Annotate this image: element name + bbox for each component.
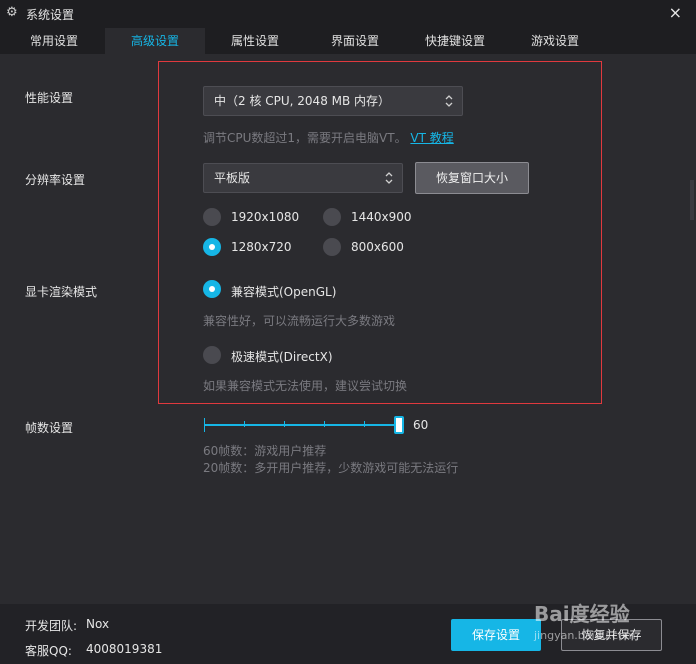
performance-select[interactable]: 中（2 核 CPU, 2048 MB 内存） — [203, 86, 463, 116]
resolution-select-value: 平板版 — [214, 171, 251, 185]
fps-hint-20: 20帧数：多开用户推荐，少数游戏可能无法运行 — [203, 461, 459, 475]
radio-label-opengl: 兼容模式(OpenGL) — [231, 285, 337, 299]
gear-icon: ⚙ — [6, 5, 18, 20]
vt-hint: 调节CPU数超过1，需要开启电脑VT。 VT 教程 — [203, 129, 454, 146]
radio-label-800x600: 800x600 — [351, 240, 404, 254]
tab-properties[interactable]: 属性设置 — [205, 28, 305, 54]
tab-interface[interactable]: 界面设置 — [305, 28, 405, 54]
vt-tutorial-link[interactable]: VT 教程 — [410, 131, 453, 145]
scrollbar[interactable] — [690, 180, 694, 220]
tab-games[interactable]: 游戏设置 — [505, 28, 605, 54]
resolution-select[interactable]: 平板版 — [203, 163, 403, 193]
team-value: Nox — [86, 617, 110, 631]
qq-value: 4008019381 — [86, 642, 163, 656]
slider-tick — [364, 421, 365, 427]
fps-slider-track[interactable] — [204, 424, 398, 426]
performance-select-value: 中（2 核 CPU, 2048 MB 内存） — [214, 94, 391, 108]
window-title: 系统设置 — [26, 8, 75, 22]
slider-tick — [244, 421, 245, 427]
updown-arrow-icon — [385, 172, 393, 184]
performance-label: 性能设置 — [25, 91, 74, 105]
updown-arrow-icon — [445, 95, 453, 107]
baidu-watermark: Bai度经验 jingyan.baidu.com — [534, 598, 636, 642]
save-settings-button[interactable]: 保存设置 — [451, 619, 541, 651]
watermark-url: jingyan.baidu.com — [534, 629, 636, 642]
tab-shortcuts[interactable]: 快捷键设置 — [405, 28, 505, 54]
tab-general[interactable]: 常用设置 — [0, 28, 108, 54]
radio-label-directx: 极速模式(DirectX) — [231, 350, 333, 364]
tab-advanced[interactable]: 高级设置 — [105, 28, 205, 54]
radio-label-1440x900: 1440x900 — [351, 210, 412, 224]
fps-hint-60: 60帧数：游戏用户推荐 — [203, 444, 327, 458]
radio-800x600[interactable] — [323, 238, 341, 256]
slider-tick — [324, 421, 325, 427]
opengl-hint: 兼容性好，可以流畅运行大多数游戏 — [203, 314, 396, 328]
slider-tick — [204, 418, 205, 432]
radio-1920x1080[interactable] — [203, 208, 221, 226]
close-icon[interactable]: × — [669, 4, 682, 22]
restore-window-size-button[interactable]: 恢复窗口大小 — [415, 162, 529, 194]
render-mode-label: 显卡渲染模式 — [25, 285, 98, 299]
watermark-logo: Bai度经验 — [534, 602, 630, 626]
qq-label: 客服QQ: — [25, 644, 72, 658]
vt-hint-text: 调节CPU数超过1，需要开启电脑VT。 — [203, 131, 407, 145]
fps-label: 帧数设置 — [25, 421, 74, 435]
radio-label-1280x720: 1280x720 — [231, 240, 292, 254]
resolution-label: 分辨率设置 — [25, 173, 86, 187]
radio-label-1920x1080: 1920x1080 — [231, 210, 300, 224]
slider-tick — [284, 421, 285, 427]
radio-1280x720[interactable] — [203, 238, 221, 256]
team-label: 开发团队: — [25, 619, 78, 633]
directx-hint: 如果兼容模式无法使用，建议尝试切换 — [203, 379, 408, 393]
radio-opengl[interactable] — [203, 280, 221, 298]
radio-directx[interactable] — [203, 346, 221, 364]
tab-bar: 常用设置 高级设置 属性设置 界面设置 快捷键设置 游戏设置 — [0, 28, 696, 54]
fps-slider-thumb[interactable] — [394, 416, 404, 434]
radio-1440x900[interactable] — [323, 208, 341, 226]
title-bar: ⚙ 系统设置 × — [0, 0, 696, 28]
fps-value: 60 — [413, 418, 429, 432]
